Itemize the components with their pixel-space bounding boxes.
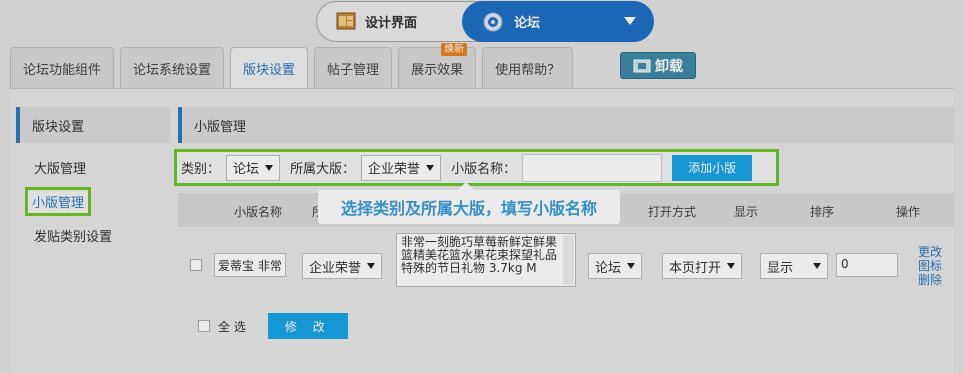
sidebar-item-minor-boards[interactable]: 小版管理 — [16, 185, 170, 217]
icon-link[interactable]: 图标 — [918, 259, 942, 273]
tab-board-settings[interactable]: 版块设置 — [230, 47, 309, 89]
page-title: 小版管理 — [178, 107, 954, 143]
add-board-form: 类别： 论坛 所属大版： 企业荣誉 小版名称： 添加小版 — [174, 149, 779, 186]
col-header-order: 排序 — [810, 205, 835, 219]
sidebar: 版块设置 大版管理 小版管理 发贴类别设置 — [16, 107, 170, 251]
category-label: 类别： — [181, 162, 221, 177]
row-checkbox[interactable] — [190, 259, 202, 271]
design-icon — [336, 12, 356, 30]
parent-board-label: 所属大版： — [290, 162, 356, 177]
board-name-label: 小版名称： — [451, 162, 517, 177]
tab-help[interactable]: 使用帮助？ — [482, 47, 574, 89]
col-header-open-mode: 打开方式 — [648, 205, 697, 219]
uninstall-button[interactable]: 卸载 — [620, 52, 696, 79]
table-row: 爱蒂宝 非常 企业荣誉 非常一刻脆巧草莓新鲜定鲜果篮精美花篮水果花束探望礼品特殊… — [178, 233, 954, 295]
textarea-scrollbar[interactable] — [563, 235, 574, 285]
tab-forum-components[interactable]: 论坛功能组件 — [10, 47, 115, 89]
tab-post-management[interactable]: 帖子管理 — [314, 47, 393, 89]
select-all-checkbox[interactable] — [198, 320, 210, 332]
board-name-input[interactable] — [522, 153, 663, 182]
mode-switcher[interactable]: 设计界面 论坛 — [316, 1, 654, 42]
description-textarea[interactable]: 非常一刻脆巧草莓新鲜定鲜果篮精美花篮水果花束探望礼品特殊的节日礼物 3.7kg … — [396, 233, 576, 287]
main-area: 小版管理 类别： 论坛 所属大版： 企业荣誉 小版名称： 添加小版 小版名称 所… — [174, 107, 954, 339]
sidebar-item-major-boards[interactable]: 大版管理 — [16, 151, 170, 183]
forum-mode-label: 论坛 — [514, 16, 541, 31]
col-header-name: 小版名称 — [234, 205, 283, 219]
dropdown-arrow-icon — [813, 263, 822, 269]
new-badge: 焕新 — [441, 43, 468, 56]
row-category-select[interactable]: 论坛 — [588, 253, 643, 279]
order-input[interactable]: 0 — [836, 253, 898, 277]
dropdown-arrow-icon — [426, 164, 435, 171]
main-tabs: 论坛功能组件 论坛系统设置 版块设置 帖子管理 展示效果 焕新 使用帮助？ — [10, 43, 579, 89]
dropdown-arrow-icon — [727, 263, 736, 269]
uninstall-icon — [633, 59, 651, 72]
dropdown-arrow-icon — [265, 164, 274, 171]
gear-icon — [483, 12, 503, 31]
edit-button[interactable]: 修 改 — [267, 313, 348, 339]
forum-mode-button[interactable]: 论坛 — [462, 1, 654, 42]
design-mode-label: 设计界面 — [365, 15, 418, 31]
instruction-tooltip: 选择类别及所属大版，填写小版名称 — [318, 182, 620, 224]
row-actions: 更改 图标 删除 — [918, 245, 942, 287]
table-footer: 全 选 修 改 — [198, 313, 348, 339]
change-icon-link[interactable]: 更改 — [918, 245, 942, 259]
dropdown-arrow-icon — [627, 263, 636, 269]
row-parent-select[interactable]: 企业荣誉 — [302, 253, 383, 279]
add-board-button[interactable]: 添加小版 — [672, 154, 753, 181]
open-mode-select[interactable]: 本页打开 — [662, 253, 743, 279]
tab-display-effects[interactable]: 展示效果 焕新 — [398, 43, 477, 89]
content-panel: 版块设置 大版管理 小版管理 发贴类别设置 小版管理 类别： 论坛 所属大版： … — [10, 89, 954, 373]
select-all-label: 全 选 — [218, 319, 246, 334]
dropdown-arrow-icon — [367, 263, 376, 269]
parent-board-select[interactable]: 企业荣誉 — [361, 154, 442, 181]
col-header-actions: 操作 — [896, 205, 921, 219]
tab-forum-settings[interactable]: 论坛系统设置 — [120, 47, 225, 89]
delete-link[interactable]: 删除 — [918, 273, 942, 287]
category-select[interactable]: 论坛 — [226, 154, 281, 181]
display-select[interactable]: 显示 — [760, 253, 829, 279]
design-mode-button[interactable]: 设计界面 — [335, 10, 417, 32]
sidebar-item-post-categories[interactable]: 发贴类别设置 — [16, 219, 170, 251]
sidebar-title: 版块设置 — [16, 107, 170, 143]
board-name-field[interactable]: 爱蒂宝 非常 — [214, 253, 286, 277]
col-header-display: 显示 — [734, 205, 759, 219]
chevron-down-icon[interactable] — [624, 17, 636, 25]
